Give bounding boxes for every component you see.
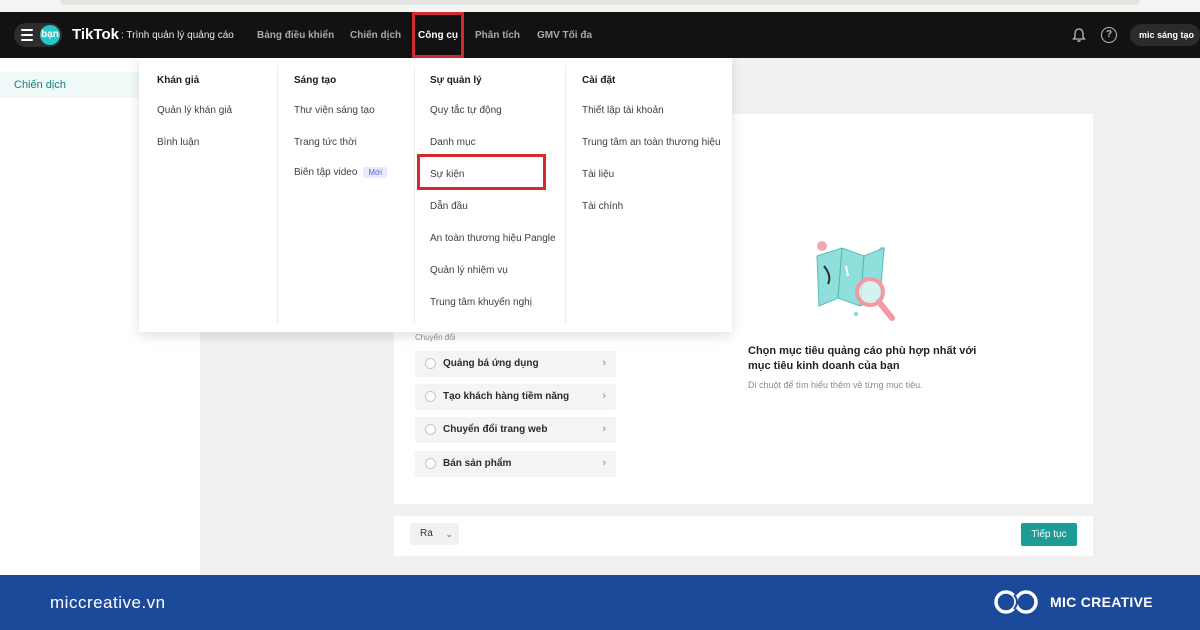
- menu-item-catalogs[interactable]: Danh mục: [430, 137, 476, 148]
- nav-gmv-max[interactable]: GMV Tối đa: [537, 30, 592, 41]
- chevron-down-icon: ⌄: [445, 529, 453, 539]
- chevron-right-icon: ›: [602, 457, 606, 469]
- menu-heading-audience: Khán giả: [157, 75, 200, 86]
- nav-analytics[interactable]: Phân tích: [475, 30, 520, 41]
- empty-state-title: Chọn mục tiêu quảng cáo phù hợp nhất với…: [748, 345, 977, 372]
- continue-button[interactable]: Tiếp tục: [1021, 523, 1077, 546]
- objective-label: Chuyển đổi trang web: [443, 424, 548, 435]
- objective-label: Quảng bá ứng dụng: [443, 358, 539, 369]
- objective-product-sales[interactable]: Bán sản phẩm ›: [415, 451, 616, 477]
- menu-item-creative-library[interactable]: Thư viện sáng tạo: [294, 105, 375, 116]
- objective-label: Bán sản phẩm: [443, 458, 512, 469]
- radio-icon[interactable]: [425, 424, 436, 435]
- empty-state-subtitle: Di chuột để tìm hiểu thêm về từng mục ti…: [748, 380, 923, 390]
- product-name: : Trình quản lý quảng cáo: [121, 30, 234, 41]
- menu-item-instant-page[interactable]: Trang tức thời: [294, 137, 357, 148]
- menu-item-pangle-brand-safety[interactable]: An toàn thương hiệu Pangle: [430, 233, 556, 244]
- menu-item-label: Biên tập video: [294, 167, 358, 178]
- column-divider: [565, 66, 566, 324]
- help-icon[interactable]: ?: [1101, 27, 1117, 43]
- tools-dropdown-menu: [139, 58, 732, 332]
- browser-address-bar: [60, 0, 1140, 5]
- menu-item-leads[interactable]: Dẫn đầu: [430, 201, 468, 212]
- hamburger-icon: [21, 29, 33, 41]
- menu-heading-creative: Sáng tạo: [294, 75, 337, 86]
- menu-item-documents[interactable]: Tài liệu: [582, 169, 614, 180]
- menu-item-task-management[interactable]: Quản lý nhiệm vụ: [430, 265, 508, 276]
- column-divider: [277, 66, 278, 324]
- radio-icon[interactable]: [425, 358, 436, 369]
- objective-label: Tạo khách hàng tiềm năng: [443, 391, 570, 402]
- tiktok-logo[interactable]: TikTok: [72, 26, 119, 43]
- menu-heading-management: Sự quản lý: [430, 75, 482, 86]
- chevron-right-icon: ›: [602, 390, 606, 402]
- menu-heading-settings: Cài đặt: [582, 75, 616, 86]
- tools-highlight-box: [412, 12, 464, 58]
- mic-creative-brand-name: MIC CREATIVE: [1050, 594, 1153, 610]
- section-conversion-label: Chuyển đổi: [415, 333, 456, 342]
- objective-website-conversions[interactable]: Chuyển đổi trang web ›: [415, 417, 616, 443]
- menu-item-brand-safety-center[interactable]: Trung tâm an toàn thương hiệu: [582, 137, 721, 148]
- menu-item-audience-manager[interactable]: Quản lý khán giả: [157, 105, 232, 116]
- brand-banner: miccreative.vn MIC CREATIVE: [0, 575, 1200, 630]
- menu-item-comments[interactable]: Bình luận: [157, 137, 199, 148]
- bell-icon[interactable]: [1071, 27, 1087, 43]
- menu-item-finance[interactable]: Tài chính: [582, 201, 623, 212]
- nav-dashboard[interactable]: Bảng điều khiển: [257, 30, 334, 41]
- account-switcher[interactable]: mic sáng tạo: [1130, 24, 1200, 46]
- radio-icon[interactable]: [425, 458, 436, 469]
- events-highlight-box: [417, 154, 546, 190]
- nav-campaigns[interactable]: Chiến dịch: [350, 30, 401, 41]
- user-avatar[interactable]: bạn: [40, 25, 60, 45]
- mic-creative-logo-icon: [994, 590, 1038, 614]
- menu-toggle[interactable]: bạn: [14, 23, 62, 47]
- menu-item-recommendations[interactable]: Trung tâm khuyến nghị: [430, 297, 532, 308]
- top-navigation-bar: bạn TikTok : Trình quản lý quảng cáo Bản…: [0, 12, 1200, 58]
- chevron-right-icon: ›: [602, 357, 606, 369]
- browser-top-strip: [0, 0, 1200, 12]
- chevron-right-icon: ›: [602, 423, 606, 435]
- map-search-illustration: [816, 241, 895, 321]
- exit-select-value: Ra: [420, 528, 433, 539]
- menu-item-automated-rules[interactable]: Quy tắc tự động: [430, 105, 502, 116]
- exit-select[interactable]: Ra ⌄: [410, 523, 459, 545]
- website-domain: miccreative.vn: [50, 593, 166, 612]
- radio-icon[interactable]: [425, 391, 436, 402]
- column-divider: [414, 66, 415, 324]
- new-badge: Mới: [363, 167, 388, 178]
- menu-item-video-editor[interactable]: Biên tập video Mới: [294, 167, 388, 178]
- objective-app-promotion[interactable]: Quảng bá ứng dụng ›: [415, 351, 616, 377]
- objective-lead-generation[interactable]: Tạo khách hàng tiềm năng ›: [415, 384, 616, 410]
- menu-item-account-setup[interactable]: Thiết lập tài khoản: [582, 105, 664, 116]
- action-bar: [394, 516, 1093, 556]
